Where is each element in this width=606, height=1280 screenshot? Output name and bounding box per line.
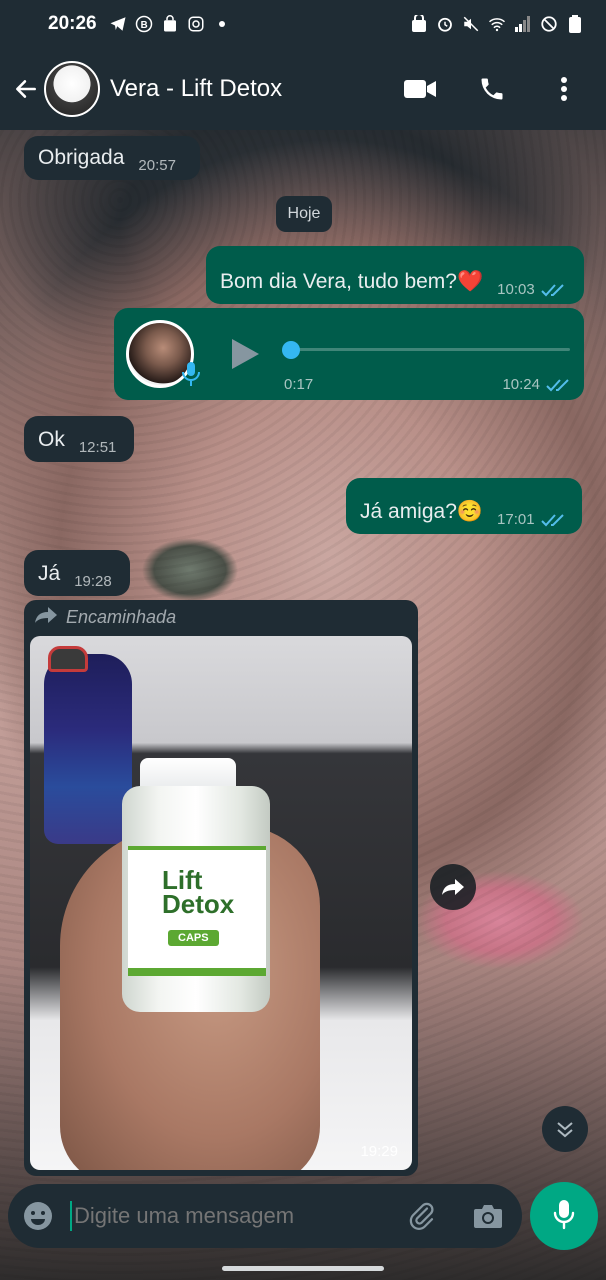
message-time: 19:29 bbox=[360, 1143, 398, 1160]
audio-message[interactable]: 0:17 10:24 bbox=[114, 308, 584, 400]
message-text: Já amiga?☺️ bbox=[360, 500, 484, 523]
signal-icon bbox=[514, 15, 532, 33]
message-time: 10:03 bbox=[497, 281, 535, 298]
status-bar: 20:26 B bbox=[0, 0, 606, 48]
phone-call-icon[interactable] bbox=[476, 73, 508, 105]
battery-icon bbox=[566, 15, 584, 33]
audio-duration: 0:17 bbox=[284, 376, 314, 393]
play-icon[interactable] bbox=[228, 336, 262, 372]
message-text: Ok bbox=[38, 428, 65, 451]
scroll-to-bottom-icon[interactable] bbox=[542, 1106, 588, 1152]
jar-caps-label: CAPS bbox=[168, 930, 219, 946]
message-incoming[interactable]: Já 19:28 bbox=[24, 550, 130, 596]
message-meta: 10:24 bbox=[502, 376, 572, 393]
instagram-icon bbox=[187, 15, 205, 33]
video-call-icon[interactable] bbox=[404, 73, 436, 105]
message-meta: 10:03 bbox=[497, 281, 567, 298]
alarm-icon bbox=[436, 15, 454, 33]
more-options-icon[interactable] bbox=[548, 73, 580, 105]
forwarded-text: Encaminhada bbox=[66, 607, 177, 627]
message-outgoing[interactable]: Bom dia Vera, tudo bem?❤️ 10:03 bbox=[206, 246, 584, 304]
read-ticks-icon bbox=[540, 513, 567, 527]
message-composer bbox=[8, 1184, 522, 1248]
b-circle-icon: B bbox=[135, 15, 153, 33]
wifi-icon bbox=[488, 15, 506, 33]
share-forward-icon[interactable] bbox=[430, 864, 476, 910]
message-time: 17:01 bbox=[497, 511, 535, 528]
voice-record-button[interactable] bbox=[530, 1182, 598, 1250]
mute-icon bbox=[462, 15, 480, 33]
message-incoming[interactable]: Ok 12:51 bbox=[24, 416, 134, 462]
telegram-icon bbox=[109, 15, 127, 33]
product-photo[interactable]: Lift Detox CAPS 19:29 bbox=[30, 636, 412, 1170]
read-ticks-icon bbox=[540, 283, 567, 297]
forwarded-label: Encaminhada bbox=[34, 606, 176, 629]
home-indicator[interactable] bbox=[222, 1266, 384, 1271]
drink-bottle bbox=[44, 654, 132, 844]
forward-arrow-icon bbox=[34, 606, 58, 629]
message-outgoing[interactable]: Já amiga?☺️ 17:01 bbox=[346, 478, 582, 534]
contact-name[interactable]: Vera - Lift Detox bbox=[110, 75, 404, 103]
back-arrow-icon[interactable] bbox=[12, 75, 40, 103]
date-separator: Hoje bbox=[276, 196, 332, 232]
jar-brand-line2: Detox bbox=[162, 889, 235, 919]
drink-bottle-cap bbox=[48, 646, 88, 672]
message-text: Obrigada bbox=[38, 146, 125, 169]
message-time: 12:51 bbox=[78, 439, 117, 456]
message-incoming[interactable]: Obrigada 20:57 bbox=[24, 136, 200, 180]
emoji-icon[interactable] bbox=[22, 1200, 54, 1232]
message-input[interactable] bbox=[70, 1201, 396, 1231]
attach-icon[interactable] bbox=[406, 1200, 438, 1232]
message-meta: 17:01 bbox=[497, 511, 567, 528]
mic-icon bbox=[552, 1198, 576, 1235]
camera-icon[interactable] bbox=[472, 1200, 504, 1232]
message-text: Bom dia Vera, tudo bem?❤️ bbox=[220, 270, 484, 293]
audio-progress-knob[interactable] bbox=[282, 341, 300, 359]
read-ticks-icon bbox=[546, 378, 572, 392]
forwarded-image-message[interactable]: Encaminhada Lift Detox CAPS 19:29 bbox=[24, 600, 418, 1176]
contact-avatar[interactable] bbox=[44, 61, 100, 117]
message-text: Já bbox=[38, 562, 61, 585]
svg-text:B: B bbox=[140, 20, 147, 31]
jar-brand: Lift Detox bbox=[162, 867, 235, 919]
chat-header: Vera - Lift Detox bbox=[0, 48, 606, 130]
message-time: 10:24 bbox=[502, 376, 540, 393]
audio-progress-track[interactable] bbox=[292, 348, 570, 351]
dnd-icon bbox=[540, 15, 558, 33]
message-time: 20:57 bbox=[138, 157, 176, 174]
mic-icon bbox=[180, 360, 202, 388]
shopping-bag-icon bbox=[161, 15, 179, 33]
dot-icon bbox=[213, 15, 231, 33]
bag-lock-icon bbox=[410, 15, 428, 33]
message-time: 19:28 bbox=[74, 573, 112, 590]
status-time: 20:26 bbox=[48, 13, 97, 34]
